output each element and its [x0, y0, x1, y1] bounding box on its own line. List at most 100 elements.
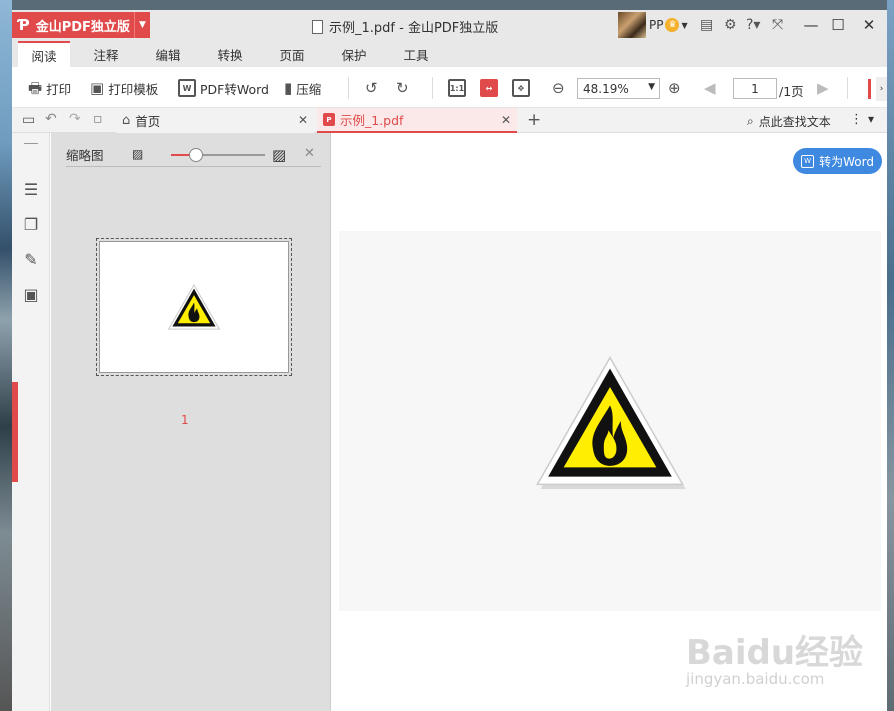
page-total: /1页	[779, 84, 804, 99]
fire-warning-icon	[536, 356, 686, 489]
folder-open-icon[interactable]: ▭	[22, 113, 35, 127]
toolbar-divider	[432, 77, 433, 99]
user-menu[interactable]: PP ♛ ▼	[649, 18, 688, 32]
tab-convert[interactable]: 转换	[206, 41, 254, 67]
thumbnail-size-slider[interactable]	[171, 148, 265, 162]
rotate-left-icon: ↺	[365, 78, 378, 97]
gear-icon[interactable]: ⚙	[724, 17, 737, 33]
slider-handle[interactable]	[189, 148, 204, 162]
window-title: 示例_1.pdf - 金山PDF独立版	[312, 17, 498, 36]
pdf-file-icon: P	[323, 113, 335, 126]
toolbar: 🖶 打印 ▣ 打印模板 W PDF转Word ▮ 压缩 ↺ ↻ 1:1 ↔ ✥ …	[12, 67, 887, 108]
pdf-to-word-button[interactable]: W PDF转Word	[178, 77, 269, 99]
arrow-right-icon: ▶	[817, 78, 829, 97]
convert-to-word-rail-button[interactable]: ▣	[20, 283, 42, 305]
close-icon[interactable]: ✕	[298, 113, 308, 127]
print-template-label: 打印模板	[108, 81, 159, 97]
rotate-right-icon: ↻	[396, 78, 409, 97]
thumbnail-page-number: 1	[181, 413, 189, 427]
thumbnail-page-image	[99, 241, 289, 373]
redo-icon[interactable]: ↷	[69, 112, 81, 126]
app-menu-button[interactable]: Ƥ 金山PDF独立版 ▼	[12, 12, 150, 38]
thumbnail-title: 缩略图	[66, 148, 104, 163]
tab-document[interactable]: P 示例_1.pdf ✕	[317, 108, 517, 133]
find-text-label: 点此查找文本	[758, 115, 831, 129]
image-large-icon: ▨	[272, 146, 287, 164]
tab-page[interactable]: 页面	[268, 41, 316, 67]
undo-icon[interactable]: ↶	[45, 112, 57, 126]
app-window: Ƥ 金山PDF独立版 ▼ 示例_1.pdf - 金山PDF独立版 PP ♛ ▼ …	[12, 10, 887, 711]
tab-document-label: 示例_1.pdf	[340, 113, 404, 128]
tab-edit[interactable]: 编辑	[144, 41, 192, 67]
pdf-to-word-label: PDF转Word	[200, 81, 269, 97]
rotate-left-button[interactable]: ↺	[365, 77, 378, 99]
annotation-list-button[interactable]: ✎	[20, 248, 42, 270]
minimize-button[interactable]: —	[800, 14, 822, 36]
close-icon[interactable]: ✕	[304, 146, 315, 161]
zip-icon: ▮	[284, 78, 293, 97]
outline-button[interactable]: ☰	[20, 178, 42, 200]
arrow-left-icon: ◀	[704, 78, 716, 97]
tab-tools[interactable]: 工具	[392, 41, 440, 67]
word-convert-icon: W	[178, 79, 196, 97]
watermark-brand: Baidu经验	[686, 633, 864, 673]
title-bar: Ƥ 金山PDF独立版 ▼ 示例_1.pdf - 金山PDF独立版 PP ♛ ▼ …	[12, 10, 887, 41]
collapse-toolbar-icon[interactable]: ▾	[868, 112, 874, 126]
compress-label: 压缩	[296, 81, 322, 97]
image-small-icon: ▨	[132, 147, 144, 161]
avatar[interactable]	[618, 12, 646, 38]
ribbon-tabs: 阅读 注释 编辑 转换 页面 保护 工具	[12, 41, 887, 67]
desktop-background-left	[0, 0, 12, 711]
thumbnails-button[interactable]: ❐	[20, 213, 42, 235]
toolbar-divider	[348, 77, 349, 99]
panel-collapse-handle[interactable]	[12, 382, 18, 482]
help-icon[interactable]: ?▾	[746, 17, 760, 33]
previous-page-button[interactable]: ◀	[704, 77, 716, 99]
thumbnail-header: 缩略图 ▨ ▨ ✕	[66, 143, 321, 167]
app-logo-icon: Ƥ	[18, 16, 30, 34]
fit-width-button[interactable]: ↔	[480, 77, 498, 99]
zoom-in-icon: ⊕	[668, 78, 681, 97]
pdf-file-icon	[312, 19, 323, 34]
maximize-button[interactable]: ☐	[827, 14, 849, 36]
print-template-button[interactable]: ▣ 打印模板	[90, 77, 158, 99]
fit-page-icon: ✥	[512, 79, 530, 97]
tab-annotate[interactable]: 注释	[82, 41, 130, 67]
search-icon: ⌕	[747, 114, 754, 128]
chevron-down-icon[interactable]: ▼	[134, 12, 150, 38]
zoom-in-button[interactable]: ⊕	[668, 77, 681, 99]
pdf-page	[339, 231, 881, 611]
rotate-right-button[interactable]: ↻	[396, 77, 409, 99]
zoom-value: 48.19%	[583, 81, 629, 96]
toolbar-scroll-right-button[interactable]: ›	[876, 77, 887, 101]
message-icon[interactable]: ▤	[700, 17, 713, 33]
chevron-down-icon: ▼	[681, 20, 688, 30]
next-page-button[interactable]: ▶	[817, 77, 829, 99]
page-thumbnail[interactable]	[96, 238, 292, 376]
actual-size-button[interactable]: 1:1	[448, 77, 466, 99]
save-icon[interactable]: ▫	[93, 112, 103, 126]
find-text-button[interactable]: ⌕ 点此查找文本	[747, 113, 831, 130]
fullscreen-icon[interactable]: ⤧	[772, 17, 783, 33]
zoom-out-icon: ⊖	[552, 78, 565, 97]
tab-read[interactable]: 阅读	[18, 41, 70, 67]
window-title-text: 示例_1.pdf - 金山PDF独立版	[329, 21, 499, 36]
compress-button[interactable]: ▮ 压缩	[284, 77, 321, 99]
tab-home[interactable]: ⌂ 首页 ✕	[116, 108, 314, 133]
fit-width-icon: ↔	[480, 79, 498, 97]
zoom-out-button[interactable]: ⊖	[552, 77, 565, 99]
fit-page-button[interactable]: ✥	[512, 77, 530, 99]
more-icon[interactable]: ⋮	[850, 112, 863, 127]
close-button[interactable]: ✕	[858, 14, 880, 36]
close-icon[interactable]: ✕	[501, 113, 511, 127]
new-tab-button[interactable]: +	[527, 110, 541, 130]
print-label: 打印	[46, 81, 72, 97]
convert-to-word-button[interactable]: W 转为Word	[793, 148, 882, 174]
tab-protect[interactable]: 保护	[330, 41, 378, 67]
zoom-select[interactable]: 48.19% ▼	[577, 78, 660, 99]
print-button[interactable]: 🖶 打印	[28, 77, 71, 99]
page-number-input[interactable]: 1	[733, 78, 777, 99]
tab-home-label: 首页	[135, 114, 161, 129]
print-template-icon: ▣	[90, 78, 105, 97]
chevron-down-icon: ▼	[648, 82, 655, 92]
